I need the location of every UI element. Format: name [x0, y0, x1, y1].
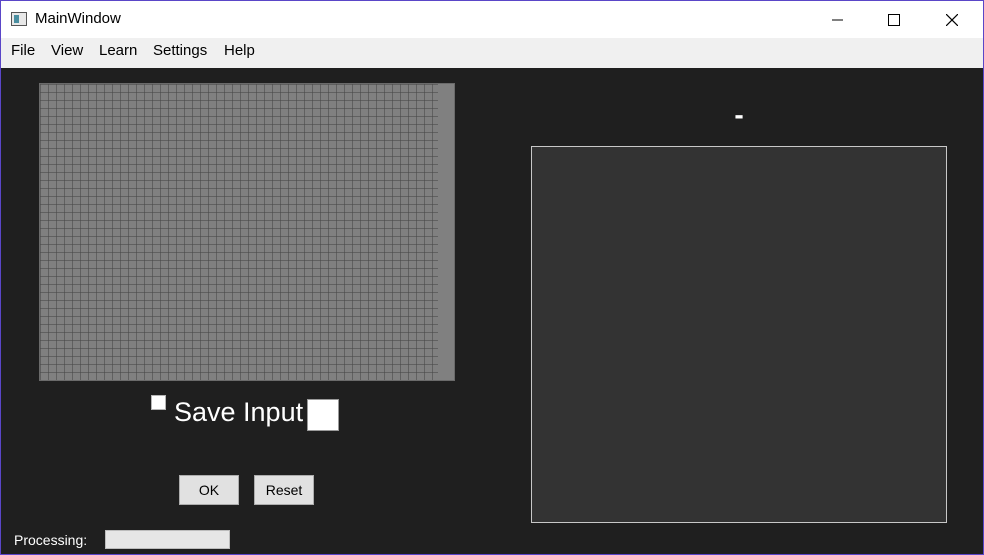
reset-button[interactable]: Reset [254, 475, 314, 505]
save-input-preview [307, 399, 339, 431]
menu-bar: File View Learn Settings Help [1, 38, 983, 68]
menu-settings[interactable]: Settings [153, 42, 207, 59]
output-panel [531, 146, 947, 523]
menu-help[interactable]: Help [224, 42, 255, 59]
menu-learn[interactable]: Learn [99, 42, 137, 59]
minimize-icon [832, 19, 843, 20]
ok-button[interactable]: OK [179, 475, 239, 505]
menu-view[interactable]: View [51, 42, 83, 59]
grid-edge-strip [438, 84, 454, 380]
main-window: MainWindow File View Learn Settings Help… [0, 0, 984, 555]
close-icon [946, 13, 958, 26]
processing-progress-bar [105, 530, 230, 549]
app-icon [11, 12, 27, 26]
window-title: MainWindow [35, 10, 121, 27]
title-bar[interactable]: MainWindow [1, 1, 983, 38]
save-input-checkbox[interactable] [151, 395, 166, 410]
minimize-button[interactable] [815, 1, 861, 38]
close-button[interactable] [929, 1, 975, 38]
menu-file[interactable]: File [11, 42, 35, 59]
maximize-icon [888, 13, 900, 26]
result-label: - [734, 99, 744, 130]
processing-label: Processing: [14, 532, 88, 548]
save-input-label: Save Input [174, 397, 304, 427]
drawing-grid[interactable] [39, 83, 455, 381]
maximize-button[interactable] [871, 1, 917, 38]
